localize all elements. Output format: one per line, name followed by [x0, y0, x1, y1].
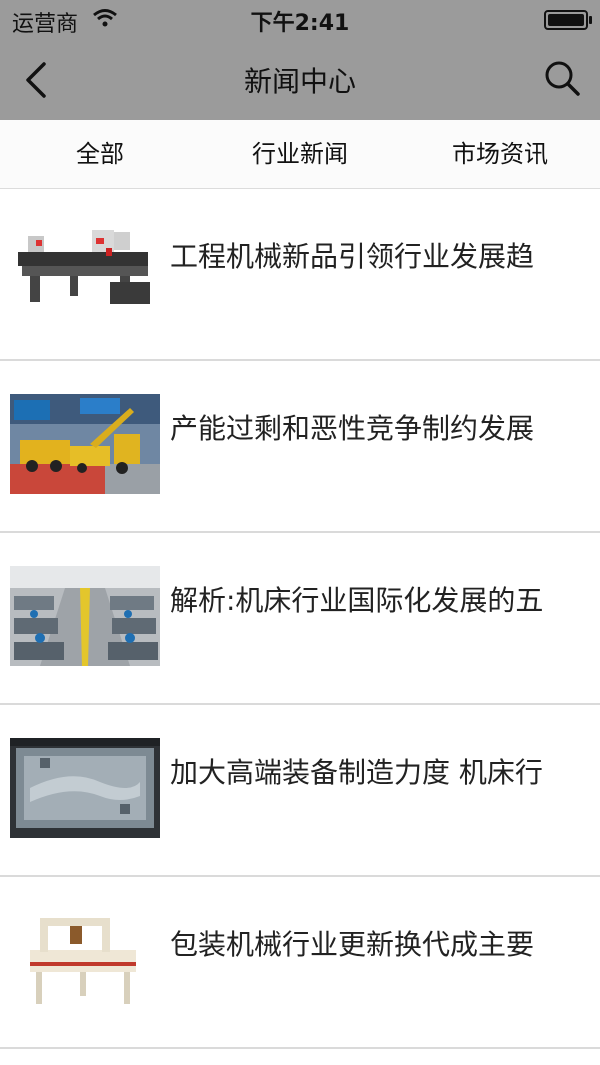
- news-item[interactable]: 产能过剩和恶性竞争制约发展: [0, 361, 600, 533]
- news-title: 加大高端装备制造力度 机床行: [170, 756, 543, 789]
- news-item[interactable]: 解析:机床行业国际化发展的五: [0, 533, 600, 705]
- tab-all[interactable]: 全部: [0, 120, 200, 188]
- packaging-machine-image: [10, 910, 160, 1010]
- news-title: 产能过剩和恶性竞争制约发展: [170, 412, 535, 445]
- category-tabs: 全部 行业新闻 市场资讯: [0, 120, 600, 189]
- expo-hall-image: [10, 394, 160, 494]
- news-title: 工程机械新品引领行业发展趋: [170, 240, 535, 273]
- news-item[interactable]: 工程机械新品引领行业发展趋: [0, 189, 600, 361]
- status-bar: 运营商 下午2:41: [0, 0, 600, 38]
- page-title: 新闻中心: [243, 65, 356, 98]
- search-icon: [545, 61, 580, 96]
- news-list: 工程机械新品引领行业发展趋 产能过剩和恶性竞争制约发展 解析:机床行业国际化发展…: [0, 189, 600, 1049]
- factory-floor-image: [10, 566, 160, 666]
- status-time: 下午2:41: [250, 11, 350, 36]
- tab-industry-news[interactable]: 行业新闻: [200, 120, 400, 188]
- machine-saw-image: [10, 222, 160, 322]
- mold-image: [10, 738, 160, 838]
- tab-market-info[interactable]: 市场资讯: [400, 120, 600, 188]
- news-title: 包装机械行业更新换代成主要: [170, 928, 535, 961]
- news-title: 解析:机床行业国际化发展的五: [170, 584, 544, 617]
- search-button[interactable]: [542, 58, 582, 98]
- nav-bar: 新闻中心: [0, 42, 600, 116]
- battery-icon: [544, 10, 592, 30]
- news-item[interactable]: 包装机械行业更新换代成主要: [0, 877, 600, 1049]
- app-header: 运营商 下午2:41 新闻中心: [0, 0, 600, 120]
- news-item[interactable]: 加大高端装备制造力度 机床行: [0, 705, 600, 877]
